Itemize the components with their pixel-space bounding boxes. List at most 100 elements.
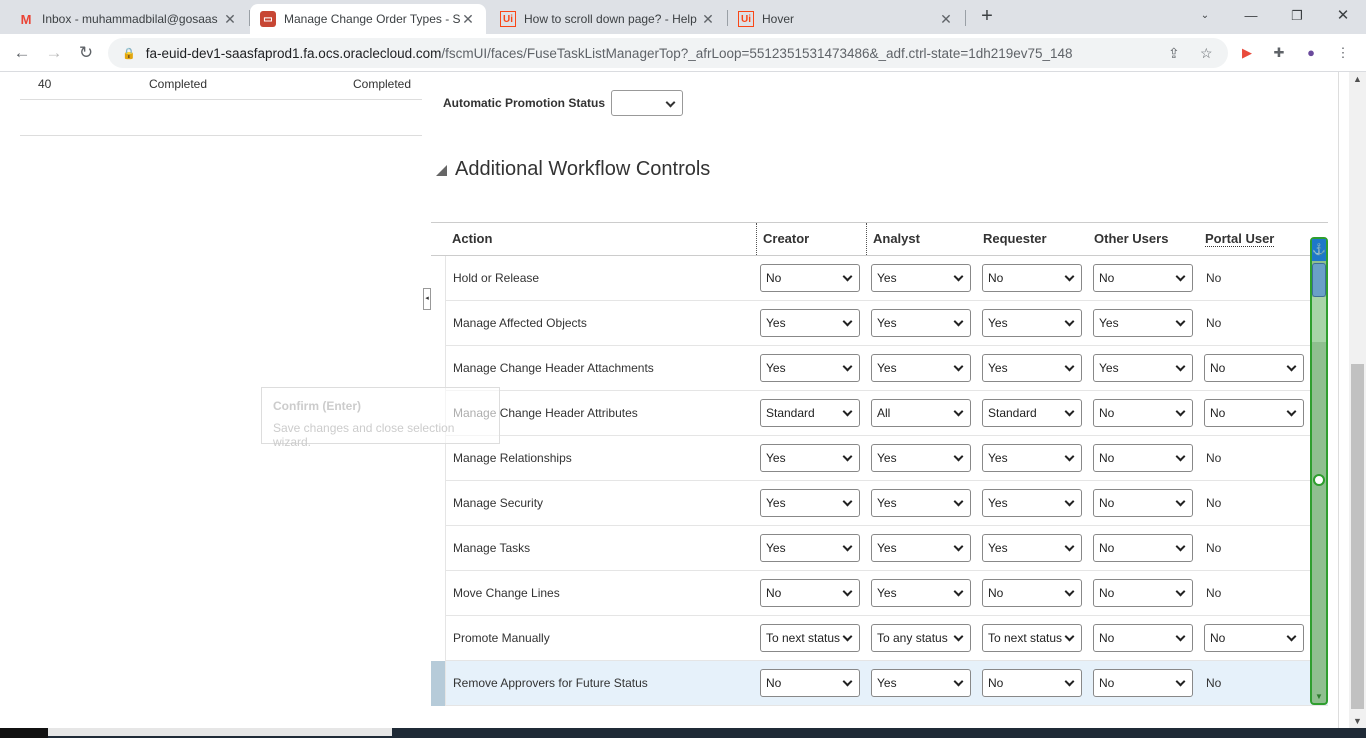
requester-select[interactable]: Yes: [982, 354, 1082, 382]
scroll-down-arrow-icon[interactable]: ▼: [1353, 716, 1362, 726]
table-row[interactable]: Move Change Lines No Yes No No No: [431, 571, 1328, 616]
other-select[interactable]: No: [1093, 534, 1193, 562]
creator-select[interactable]: No: [760, 669, 860, 697]
portal-user-select[interactable]: No: [1204, 624, 1304, 652]
scroll-thumb[interactable]: [1312, 263, 1326, 297]
tab-search-icon[interactable]: ⌄: [1182, 4, 1228, 28]
portal-user-select[interactable]: No: [1204, 399, 1304, 427]
analyst-select[interactable]: All: [871, 399, 971, 427]
other-select[interactable]: No: [1093, 579, 1193, 607]
creator-select[interactable]: Yes: [760, 489, 860, 517]
table-row[interactable]: Manage Change Header Attributes Standard A…: [431, 391, 1328, 436]
other-select[interactable]: No: [1093, 399, 1193, 427]
requester-select[interactable]: No: [982, 264, 1082, 292]
analyst-select[interactable]: Yes: [871, 579, 971, 607]
other-select[interactable]: No: [1093, 624, 1193, 652]
table-row[interactable]: 40 Completed Completed: [20, 72, 422, 100]
creator-select[interactable]: Yes: [760, 354, 860, 382]
creator-select[interactable]: No: [760, 264, 860, 292]
requester-select[interactable]: No: [982, 579, 1082, 607]
minimize-button[interactable]: —: [1228, 4, 1274, 28]
row-selector[interactable]: [431, 301, 446, 346]
page-scroll-thumb[interactable]: [1351, 364, 1364, 709]
close-icon[interactable]: ✕: [460, 11, 476, 28]
bookmark-star-icon[interactable]: ☆: [1200, 38, 1213, 68]
scroll-down-arrow-icon[interactable]: ▼: [1315, 692, 1323, 701]
requester-select[interactable]: No: [982, 669, 1082, 697]
reload-icon[interactable]: ↻: [74, 42, 98, 64]
url-field[interactable]: 🔒 fa-euid-dev1-saasfaprod1.fa.ocs.oracle…: [108, 38, 1228, 68]
close-icon[interactable]: ✕: [700, 11, 716, 28]
menu-kebab-icon[interactable]: ⋮: [1334, 44, 1352, 62]
creator-select[interactable]: Yes: [760, 534, 860, 562]
other-select[interactable]: Yes: [1093, 309, 1193, 337]
back-arrow-icon[interactable]: ←: [10, 42, 34, 64]
creator-select[interactable]: Yes: [760, 309, 860, 337]
row-selector[interactable]: [431, 616, 446, 661]
other-select[interactable]: Yes: [1093, 354, 1193, 382]
forward-arrow-icon[interactable]: →: [42, 42, 66, 64]
requester-select[interactable]: Yes: [982, 444, 1082, 472]
new-tab-button[interactable]: +: [976, 6, 998, 28]
scroll-overlay-widget[interactable]: ⚓ ▼: [1310, 237, 1328, 705]
other-select[interactable]: No: [1093, 264, 1193, 292]
requester-select[interactable]: Yes: [982, 309, 1082, 337]
close-icon[interactable]: ✕: [222, 11, 238, 28]
analyst-select[interactable]: Yes: [871, 444, 971, 472]
analyst-select[interactable]: Yes: [871, 534, 971, 562]
tab-manage-change-order-types[interactable]: ▭ Manage Change Order Types - S ✕: [250, 4, 486, 34]
other-select[interactable]: No: [1093, 444, 1193, 472]
close-icon[interactable]: ✕: [938, 11, 954, 28]
page-scrollbar[interactable]: ▲ ▼: [1349, 72, 1366, 728]
table-row[interactable]: Manage Change Header Attachments Yes Yes Ye…: [431, 346, 1328, 391]
creator-select[interactable]: Yes: [760, 444, 860, 472]
column-header-analyst[interactable]: Analyst: [866, 223, 977, 255]
analyst-select[interactable]: Yes: [871, 489, 971, 517]
analyst-select[interactable]: Yes: [871, 669, 971, 697]
share-icon[interactable]: ⇪: [1168, 38, 1180, 68]
analyst-select[interactable]: Yes: [871, 264, 971, 292]
table-row[interactable]: Manage Affected Objects Yes Yes Yes Yes No: [431, 301, 1328, 346]
requester-select[interactable]: To next status: [982, 624, 1082, 652]
analyst-select[interactable]: Yes: [871, 354, 971, 382]
panel-splitter-collapse-icon[interactable]: ◂: [423, 288, 431, 310]
row-selector[interactable]: [431, 256, 446, 301]
table-row[interactable]: Manage Tasks Yes Yes Yes No No: [431, 526, 1328, 571]
table-row[interactable]: Manage Relationships Yes Yes Yes No No: [431, 436, 1328, 481]
column-header-other-users[interactable]: Other Users: [1088, 223, 1199, 255]
row-selector[interactable]: [431, 661, 446, 706]
automatic-promotion-status-select[interactable]: [611, 90, 684, 116]
anchor-icon[interactable]: ⚓: [1312, 239, 1326, 261]
column-header-portal-user[interactable]: Portal User: [1199, 223, 1309, 255]
table-row[interactable]: Promote Manually To next status To any sta…: [431, 616, 1328, 661]
profile-avatar-icon[interactable]: ●: [1302, 44, 1320, 62]
table-row[interactable]: Manage Security Yes Yes Yes No No: [431, 481, 1328, 526]
drag-handle-icon[interactable]: [1313, 474, 1325, 486]
creator-select[interactable]: To next status: [760, 624, 860, 652]
extensions-puzzle-icon[interactable]: ✚: [1270, 44, 1288, 62]
creator-select[interactable]: No: [760, 579, 860, 607]
analyst-select[interactable]: Yes: [871, 309, 971, 337]
column-header-creator[interactable]: Creator: [756, 223, 866, 255]
column-header-requester[interactable]: Requester: [977, 223, 1088, 255]
tab-inbox[interactable]: M Inbox - muhammadbilal@gosaas ✕: [8, 4, 248, 34]
requester-select[interactable]: Standard: [982, 399, 1082, 427]
extension-record-icon[interactable]: ▶: [1238, 44, 1256, 62]
close-window-button[interactable]: ✕: [1320, 4, 1366, 28]
portal-user-select[interactable]: No: [1204, 354, 1304, 382]
other-select[interactable]: No: [1093, 489, 1193, 517]
table-row[interactable]: Remove Approvers for Future Status No Yes N…: [431, 661, 1328, 706]
requester-select[interactable]: Yes: [982, 534, 1082, 562]
row-selector[interactable]: [431, 526, 446, 571]
creator-select[interactable]: Standard: [760, 399, 860, 427]
restore-button[interactable]: ❐: [1274, 4, 1320, 28]
analyst-select[interactable]: To any status: [871, 624, 971, 652]
row-selector[interactable]: [431, 481, 446, 526]
requester-select[interactable]: Yes: [982, 489, 1082, 517]
row-selector[interactable]: [431, 571, 446, 616]
tab-how-to-scroll[interactable]: Ui How to scroll down page? - Help ✕: [490, 4, 726, 34]
collapse-triangle-icon[interactable]: [436, 165, 447, 176]
tab-hover[interactable]: Ui Hover ✕: [728, 4, 964, 34]
table-row[interactable]: Hold or Release No Yes No No No: [431, 256, 1328, 301]
scroll-up-arrow-icon[interactable]: ▲: [1353, 74, 1362, 84]
